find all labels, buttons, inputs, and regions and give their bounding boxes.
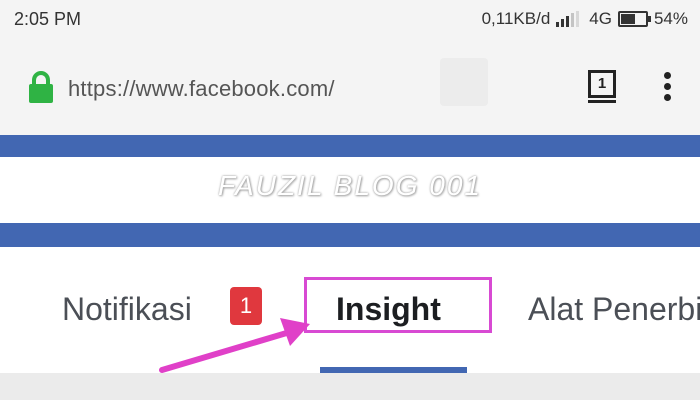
tabs-icon[interactable]: 1 bbox=[588, 70, 616, 103]
tab-row: Notifikasi 1 Insight Alat Penerbitan bbox=[0, 247, 700, 373]
status-time: 2:05 PM bbox=[14, 9, 82, 29]
toolbar-placeholder bbox=[440, 58, 488, 106]
address-bar[interactable]: https://www.facebook.com/ bbox=[68, 76, 335, 102]
network-speed: 0,11KB/d bbox=[481, 9, 551, 28]
bottom-area bbox=[0, 373, 700, 400]
browser-toolbar: https://www.facebook.com/ 1 bbox=[0, 40, 700, 135]
status-indicators: 0,11KB/d 4G 54% bbox=[482, 9, 688, 29]
more-icon[interactable] bbox=[664, 72, 672, 102]
tab-alat-penerbitan[interactable]: Alat Penerbitan bbox=[528, 291, 700, 328]
lock-icon bbox=[29, 71, 53, 103]
pointer-arrow-icon bbox=[159, 318, 310, 373]
tab-insight[interactable]: Insight bbox=[336, 291, 441, 328]
battery-icon bbox=[617, 11, 651, 27]
status-bar: 2:05 PM 0,11KB/d 4G 54% bbox=[0, 0, 700, 40]
header-bar-bottom bbox=[0, 223, 700, 247]
header-bar-top bbox=[0, 135, 700, 157]
network-type: 4G bbox=[589, 9, 612, 28]
signal-icon bbox=[556, 11, 581, 27]
watermark: FAUZIL BLOG 001 bbox=[218, 170, 482, 201]
battery-percent: 54% bbox=[653, 9, 688, 28]
